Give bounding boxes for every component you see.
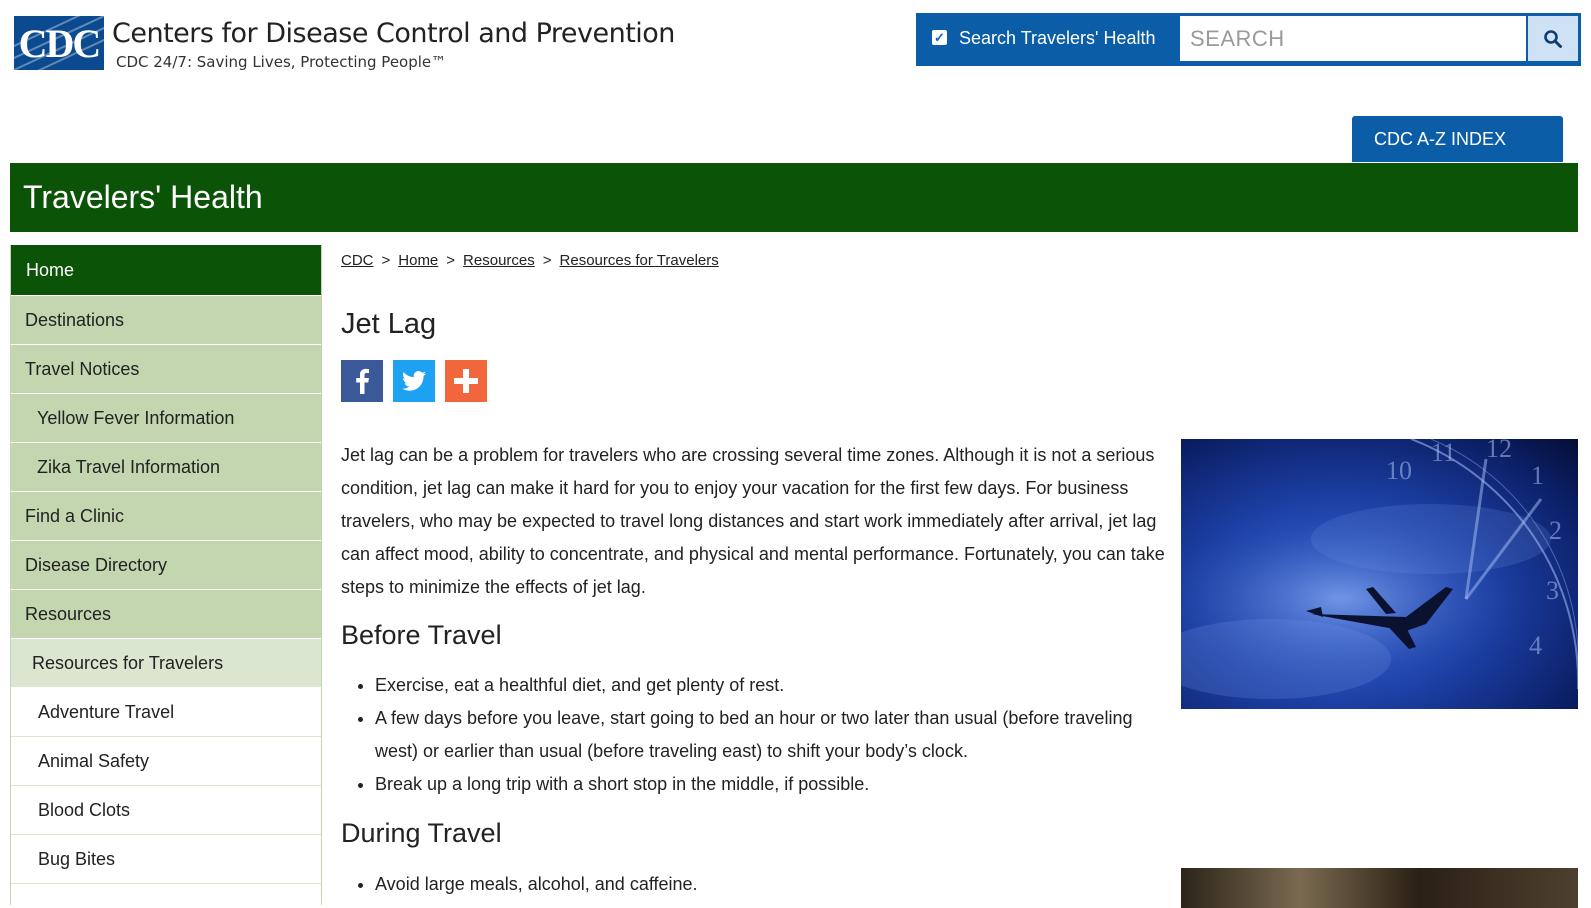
during-travel-list: Avoid large meals, alcohol, and caffeine… — [341, 868, 1171, 901]
svg-text:2: 2 — [1549, 516, 1562, 545]
sidebar-item-home[interactable]: Home — [11, 245, 321, 296]
search-scope-label[interactable]: Search Travelers' Health — [959, 28, 1156, 49]
logo-text: CDC — [18, 20, 102, 66]
before-travel-heading: Before Travel — [341, 620, 502, 650]
sidebar-item-yellow-fever[interactable]: Yellow Fever Information — [11, 394, 321, 443]
secondary-image — [1181, 868, 1578, 908]
plus-icon — [454, 369, 478, 393]
svg-text:11: 11 — [1431, 439, 1456, 467]
svg-text:12: 12 — [1486, 439, 1512, 463]
breadcrumb-resources[interactable]: Resources — [463, 252, 535, 269]
sidebar-item-zika[interactable]: Zika Travel Information — [11, 443, 321, 492]
list-item: A few days before you leave, start going… — [375, 702, 1171, 768]
sidebar-item-blood-clots[interactable]: Blood Clots — [11, 786, 321, 835]
facebook-share-button[interactable] — [341, 360, 383, 402]
during-travel-heading: During Travel — [341, 818, 502, 848]
airplane-clock-illustration: 10 11 12 1 2 3 4 — [1181, 439, 1578, 699]
sidebar-nav: Home Destinations Travel Notices Yellow … — [10, 245, 322, 905]
sidebar-item-resources[interactable]: Resources — [11, 590, 321, 639]
sidebar-item-bug-bites[interactable]: Bug Bites — [11, 835, 321, 884]
page-title: Jet Lag — [341, 308, 437, 340]
az-index-button[interactable]: CDC A-Z INDEX — [1352, 116, 1563, 162]
svg-text:1: 1 — [1531, 461, 1544, 490]
breadcrumb-separator: > — [381, 252, 391, 269]
section-banner: Travelers' Health — [10, 163, 1578, 232]
before-travel-list: Exercise, eat a healthful diet, and get … — [341, 669, 1171, 801]
svg-text:10: 10 — [1386, 456, 1412, 485]
breadcrumb-home[interactable]: Home — [398, 252, 438, 269]
agency-name[interactable]: Centers for Disease Control and Preventi… — [112, 18, 675, 49]
svg-text:4: 4 — [1529, 631, 1542, 660]
search-scope-checkbox[interactable]: ✓ — [932, 30, 947, 45]
sidebar-item-destinations[interactable]: Destinations — [11, 296, 321, 345]
facebook-icon — [356, 368, 369, 394]
section-title[interactable]: Travelers' Health — [23, 179, 263, 216]
search-icon — [1544, 29, 1562, 48]
breadcrumb-cdc[interactable]: CDC — [341, 252, 374, 269]
jet-lag-image: 10 11 12 1 2 3 4 — [1181, 439, 1578, 709]
intro-paragraph: Jet lag can be a problem for travelers w… — [341, 445, 1165, 597]
sidebar-item-disease-directory[interactable]: Disease Directory — [11, 541, 321, 590]
twitter-icon — [402, 371, 426, 391]
list-item: Break up a long trip with a short stop i… — [375, 768, 1171, 801]
twitter-share-button[interactable] — [393, 360, 435, 402]
cdc-logo[interactable]: CDC — [14, 16, 104, 70]
sidebar-item-animal-safety[interactable]: Animal Safety — [11, 737, 321, 786]
list-item: Avoid large meals, alcohol, and caffeine… — [375, 868, 1171, 901]
search-bar: ✓ Search Travelers' Health — [916, 13, 1581, 66]
sidebar-item-travel-notices[interactable]: Travel Notices — [11, 345, 321, 394]
more-share-button[interactable] — [445, 360, 487, 402]
breadcrumb-resources-for-travelers[interactable]: Resources for Travelers — [560, 252, 719, 269]
breadcrumb-separator: > — [542, 252, 552, 269]
breadcrumb-separator: > — [446, 252, 456, 269]
sidebar-item-find-clinic[interactable]: Find a Clinic — [11, 492, 321, 541]
svg-text:3: 3 — [1546, 576, 1559, 605]
breadcrumb: CDC > Home > Resources > Resources for Travele… — [341, 252, 719, 269]
sidebar-item-adventure-travel[interactable]: Adventure Travel — [11, 688, 321, 737]
sidebar-item-resources-for-travelers[interactable]: Resources for Travelers — [11, 639, 321, 688]
search-button[interactable] — [1528, 16, 1578, 61]
list-item: Exercise, eat a healthful diet, and get … — [375, 669, 1171, 702]
tagline: CDC 24/7: Saving Lives, Protecting Peopl… — [116, 53, 447, 71]
search-input[interactable] — [1180, 16, 1526, 61]
